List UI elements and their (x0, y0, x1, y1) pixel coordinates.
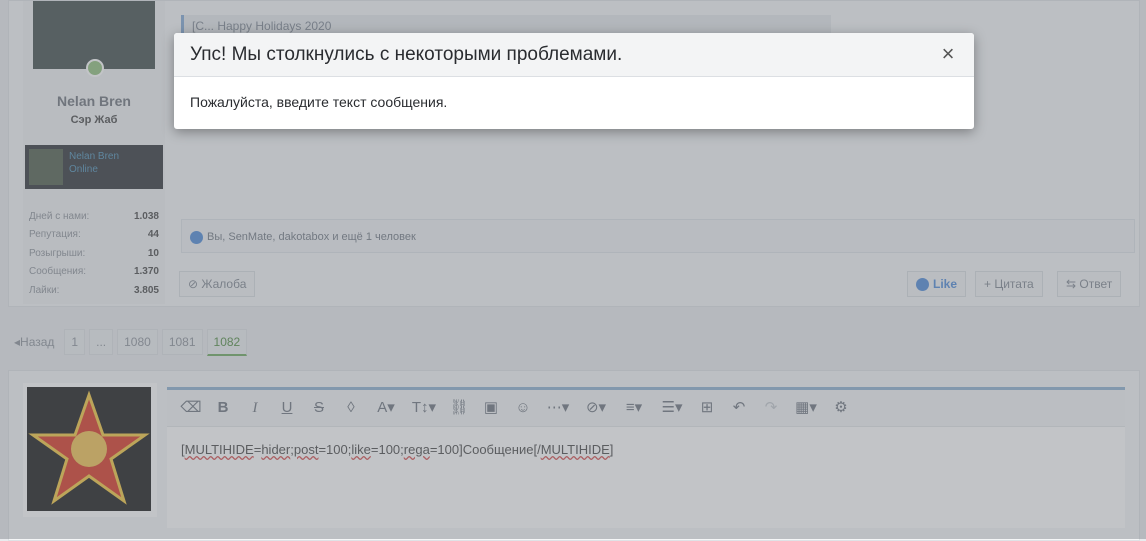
error-dialog: Упс! Мы столкнулись с некоторыми проблем… (174, 33, 974, 129)
close-icon[interactable]: × (936, 41, 960, 67)
forum-page: Nelan Bren Сэр Жаб Nelan Bren Online Дне… (0, 0, 1146, 541)
dialog-message: Пожалуйста, введите текст сообщения. (190, 94, 448, 110)
dialog-header: Упс! Мы столкнулись с некоторыми проблем… (174, 33, 974, 77)
dialog-title: Упс! Мы столкнулись с некоторыми проблем… (190, 44, 623, 65)
